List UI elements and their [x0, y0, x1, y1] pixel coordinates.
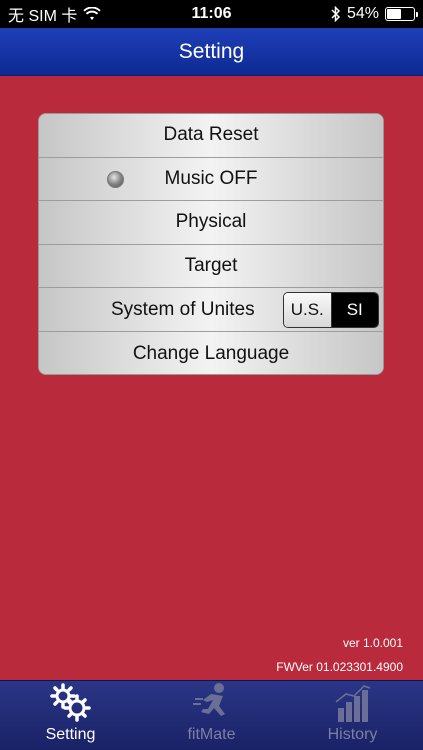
- tab-fitmate-label: fitMate: [187, 726, 236, 743]
- gears-icon: [49, 683, 91, 722]
- battery-fill: [387, 9, 402, 19]
- tab-setting[interactable]: Setting: [0, 681, 141, 750]
- target-label: Target: [184, 255, 238, 277]
- us-units-button[interactable]: U.S.: [284, 293, 332, 328]
- carrier-label: 无 SIM 卡: [8, 8, 78, 25]
- tab-bar: Setting fitMate History: [0, 680, 423, 750]
- bluetooth-icon: [331, 6, 341, 22]
- tab-fitmate[interactable]: fitMate: [141, 681, 282, 750]
- units-segmented-control: U.S. SI: [283, 292, 379, 329]
- change-language-button[interactable]: Change Language: [39, 331, 383, 374]
- nav-bar: Setting: [0, 28, 423, 76]
- music-toggle-button[interactable]: Music OFF: [39, 157, 383, 202]
- firmware-version: FWVer 01.023301.4900: [276, 660, 403, 674]
- settings-content: Data Reset Music OFF Physical Target Sys…: [0, 76, 423, 680]
- physical-label: Physical: [175, 211, 247, 233]
- radio-dot-icon: [107, 170, 124, 188]
- tab-history-label: History: [327, 726, 378, 743]
- tab-history[interactable]: History: [282, 681, 423, 750]
- tab-setting-label: Setting: [45, 726, 96, 743]
- page-title: Setting: [178, 39, 245, 63]
- app-version: ver 1.0.001: [342, 636, 403, 650]
- change-language-label: Change Language: [132, 342, 290, 364]
- si-units-button[interactable]: SI: [331, 293, 378, 328]
- settings-menu: Data Reset Music OFF Physical Target Sys…: [38, 113, 384, 375]
- music-label: Music OFF: [164, 167, 258, 189]
- data-reset-label: Data Reset: [163, 124, 259, 146]
- runner-icon: [192, 683, 225, 716]
- target-button[interactable]: Target: [39, 244, 383, 289]
- status-left: 无 SIM 卡: [8, 2, 102, 26]
- battery-icon: [385, 7, 418, 21]
- system-of-units-row: System of Unites U.S. SI: [39, 288, 383, 332]
- wifi-icon: [83, 7, 102, 20]
- units-label: System of Unites: [111, 298, 255, 320]
- battery-percent: 54%: [346, 5, 379, 22]
- bar-chart-icon: [335, 685, 370, 722]
- status-right: 54%: [331, 5, 418, 23]
- status-bar: 无 SIM 卡 11:06 54%: [0, 0, 423, 28]
- data-reset-button[interactable]: Data Reset: [39, 114, 383, 158]
- physical-button[interactable]: Physical: [39, 201, 383, 245]
